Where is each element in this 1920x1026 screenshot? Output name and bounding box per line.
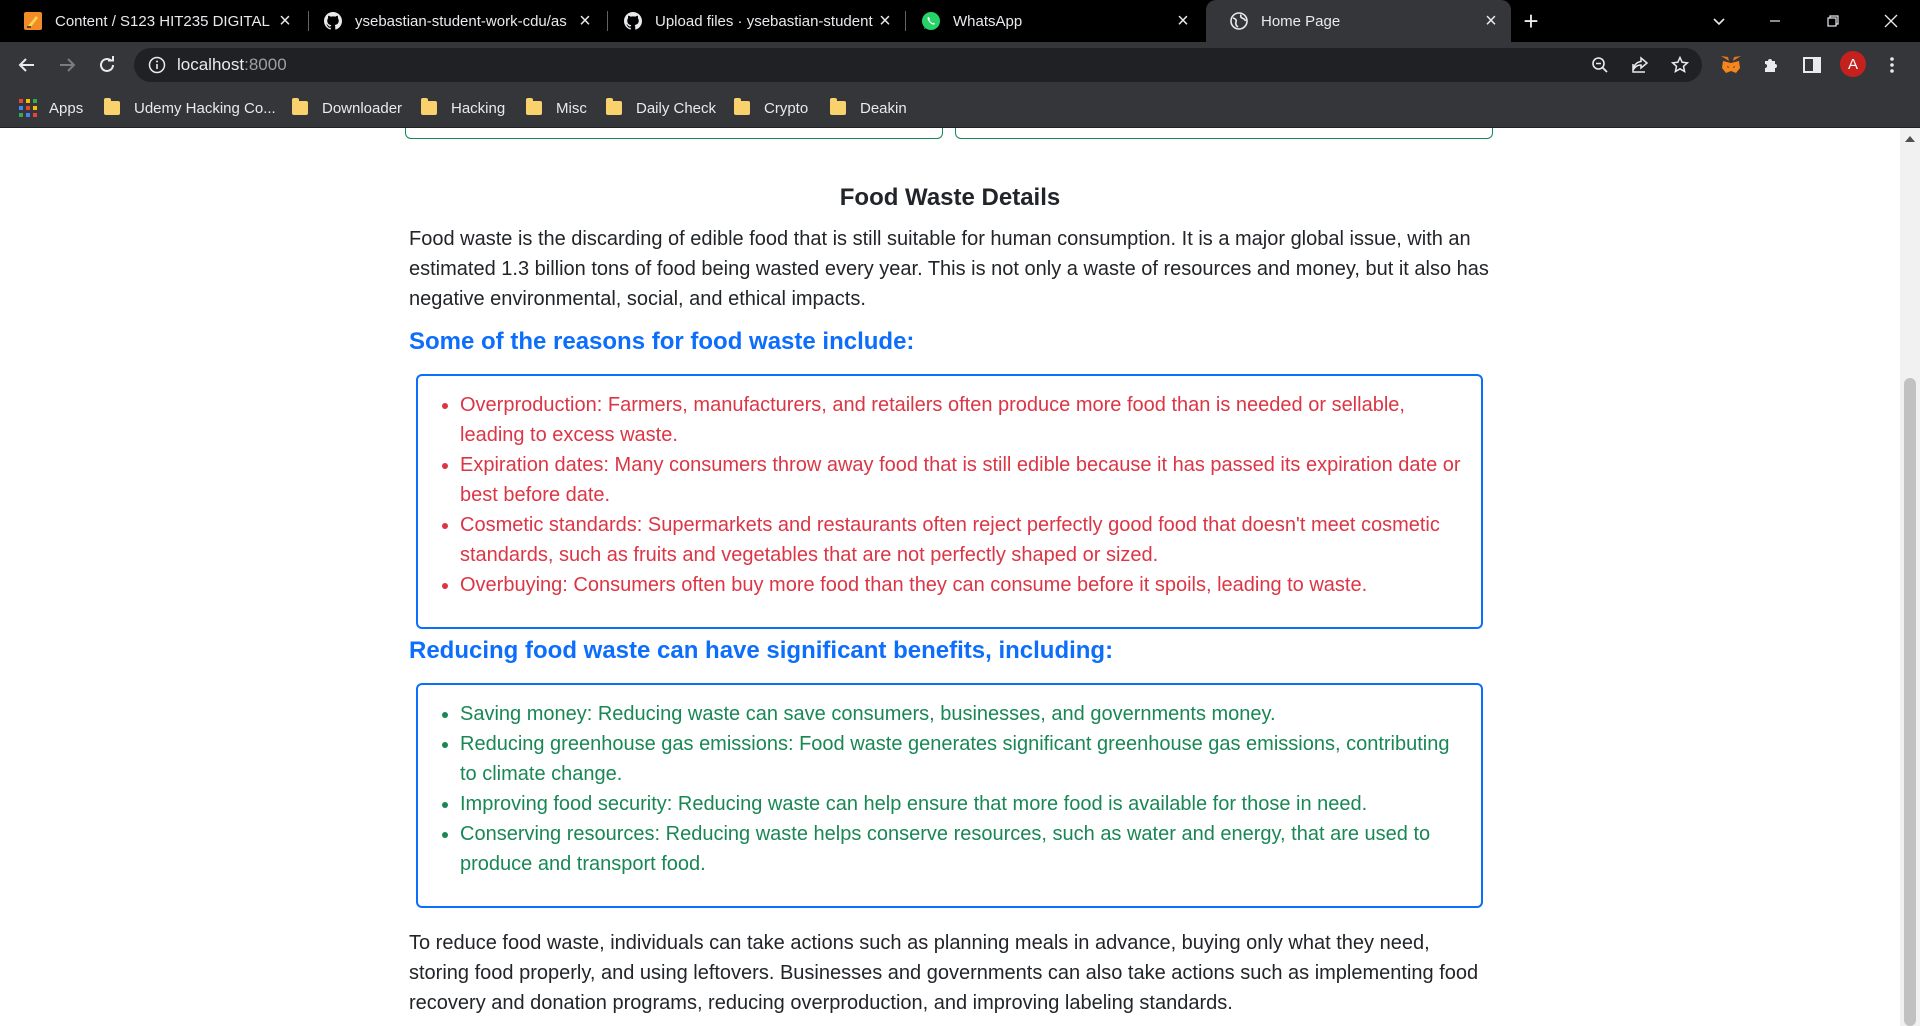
close-tab-icon[interactable]: × [273, 9, 297, 33]
globe-icon [1229, 11, 1249, 31]
back-button[interactable] [11, 49, 43, 81]
bookmark-label: Hacking [451, 99, 506, 117]
tab-strip: Content / S123 HIT235 DIGITAL S × ysebas… [0, 0, 1920, 42]
tab-home-page[interactable]: Home Page × [1206, 0, 1511, 42]
list-item: Cosmetic standards: Supermarkets and res… [460, 510, 1467, 570]
benefits-heading: Reducing food waste can have significant… [409, 637, 1114, 664]
list-item: Overproduction: Farmers, manufacturers, … [460, 390, 1467, 450]
tab-search-chevron-icon[interactable] [1690, 0, 1748, 42]
new-tab-button[interactable]: + [1517, 6, 1545, 36]
list-item: Conserving resources: Reducing waste hel… [460, 819, 1467, 879]
tab-title: ysebastian-student-work-cdu/as [355, 12, 567, 30]
page-content: Food Waste Details Food waste is the dis… [0, 128, 1900, 1026]
previous-card-bottom [405, 128, 943, 139]
list-item: Expiration dates: Many consumers throw a… [460, 450, 1467, 510]
scrollbar-thumb[interactable] [1904, 378, 1916, 1026]
bookmark-hacking[interactable]: Hacking [421, 88, 505, 128]
folder-icon [421, 98, 437, 115]
folder-icon [104, 98, 120, 115]
brightspace-icon [23, 11, 43, 31]
bookmark-udemy[interactable]: Udemy Hacking Co... [104, 88, 276, 128]
address-bar[interactable]: localhost:8000 [134, 48, 1702, 82]
benefits-box: Saving money: Reducing waste can save co… [416, 683, 1483, 908]
bookmark-label: Downloader [322, 99, 403, 117]
zoom-icon[interactable] [1591, 56, 1609, 74]
extensions-puzzle-icon[interactable] [1759, 53, 1783, 77]
benefits-list: Saving money: Reducing waste can save co… [418, 685, 1481, 893]
tab-title: Content / S123 HIT235 DIGITAL S [55, 12, 273, 30]
bookmark-label: Udemy Hacking Co... [134, 99, 276, 117]
tab-title: WhatsApp [953, 12, 1023, 30]
share-icon[interactable] [1631, 56, 1649, 74]
folder-icon [292, 98, 308, 115]
bookmark-label: Apps [49, 99, 84, 117]
url-host: localhost [177, 55, 245, 74]
list-item: Improving food security: Reducing waste … [460, 789, 1467, 819]
list-item: Overbuying: Consumers often buy more foo… [460, 570, 1467, 600]
bookmark-label: Deakin [860, 99, 907, 117]
reasons-list: Overproduction: Farmers, manufacturers, … [418, 376, 1481, 614]
menu-kebab-icon[interactable] [1880, 53, 1904, 77]
folder-icon [830, 98, 846, 115]
close-tab-icon[interactable]: × [873, 9, 897, 33]
close-tab-icon[interactable]: × [1479, 9, 1503, 33]
github-icon [323, 11, 343, 31]
bookmark-deakin[interactable]: Deakin [830, 88, 907, 128]
bookmark-daily-check[interactable]: Daily Check [606, 88, 716, 128]
scroll-up-arrow-icon[interactable] [1905, 136, 1915, 142]
reload-button[interactable] [91, 49, 123, 81]
whatsapp-icon [921, 11, 941, 31]
bookmark-misc[interactable]: Misc [526, 88, 587, 128]
page-scrollbar[interactable] [1900, 128, 1920, 1026]
side-panel-icon[interactable] [1800, 53, 1824, 77]
folder-icon [734, 98, 750, 115]
bookmark-label: Daily Check [636, 99, 717, 117]
url-port: :8000 [244, 55, 287, 74]
previous-card-bottom [955, 128, 1493, 139]
minimize-icon[interactable] [1746, 0, 1804, 42]
github-icon [623, 11, 643, 31]
bookmark-apps[interactable]: Apps [19, 88, 83, 128]
tab-brightspace[interactable]: Content / S123 HIT235 DIGITAL S × [0, 0, 305, 42]
url-text[interactable]: localhost:8000 [177, 55, 287, 75]
close-tab-icon[interactable]: × [1171, 9, 1195, 33]
bookmark-star-icon[interactable] [1670, 55, 1690, 74]
bookmark-label: Misc [556, 99, 587, 117]
page-title: Food Waste Details [839, 184, 1061, 211]
reasons-heading: Some of the reasons for food waste inclu… [409, 328, 915, 355]
profile-avatar[interactable]: A [1840, 51, 1866, 77]
bookmark-label: Crypto [764, 99, 809, 117]
tab-title: Upload files · ysebastian-student [655, 12, 873, 30]
intro-paragraph: Food waste is the discarding of edible f… [409, 228, 1489, 310]
bookmark-crypto[interactable]: Crypto [734, 88, 808, 128]
site-info-icon[interactable] [148, 56, 166, 74]
bookmarks-bar: Apps Udemy Hacking Co... Downloader Hack… [0, 88, 1920, 128]
folder-icon [526, 98, 542, 115]
forward-button[interactable] [51, 49, 83, 81]
tab-title: Home Page [1261, 12, 1341, 30]
tab-github-assignment[interactable]: ysebastian-student-work-cdu/as × [300, 0, 605, 42]
close-window-icon[interactable] [1862, 0, 1920, 42]
restore-icon[interactable] [1804, 0, 1862, 42]
list-item: Saving money: Reducing waste can save co… [460, 699, 1467, 729]
apps-grid-icon [19, 99, 37, 117]
folder-icon [606, 98, 622, 115]
conclusion-paragraph: To reduce food waste, individuals can ta… [409, 932, 1479, 1014]
tab-whatsapp[interactable]: WhatsApp × [898, 0, 1203, 42]
metamask-icon[interactable] [1719, 53, 1743, 77]
tab-github-upload[interactable]: Upload files · ysebastian-student × [600, 0, 905, 42]
browser-toolbar: localhost:8000 [0, 42, 1920, 88]
bookmark-downloader[interactable]: Downloader [292, 88, 402, 128]
reasons-box: Overproduction: Farmers, manufacturers, … [416, 374, 1483, 629]
close-tab-icon[interactable]: × [573, 9, 597, 33]
list-item: Reducing greenhouse gas emissions: Food … [460, 729, 1467, 789]
